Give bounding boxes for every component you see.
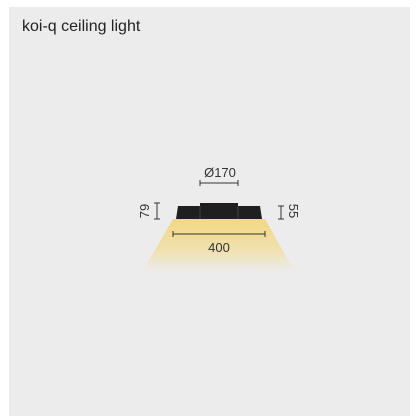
width-label: 400: [208, 240, 230, 255]
body-height-label: 55: [286, 204, 301, 218]
body-height-dimension-line: [278, 205, 284, 220]
product-card: koi-q ceiling light Ø170 400 79 55: [9, 7, 410, 416]
dimension-drawing: Ø170 400 79 55: [137, 165, 301, 271]
total-height-dimension-line: [154, 202, 160, 220]
total-height-label: 79: [137, 204, 152, 218]
diameter-label: Ø170: [204, 165, 236, 180]
diameter-dimension-line: [199, 180, 239, 186]
light-fixture: [176, 203, 262, 219]
